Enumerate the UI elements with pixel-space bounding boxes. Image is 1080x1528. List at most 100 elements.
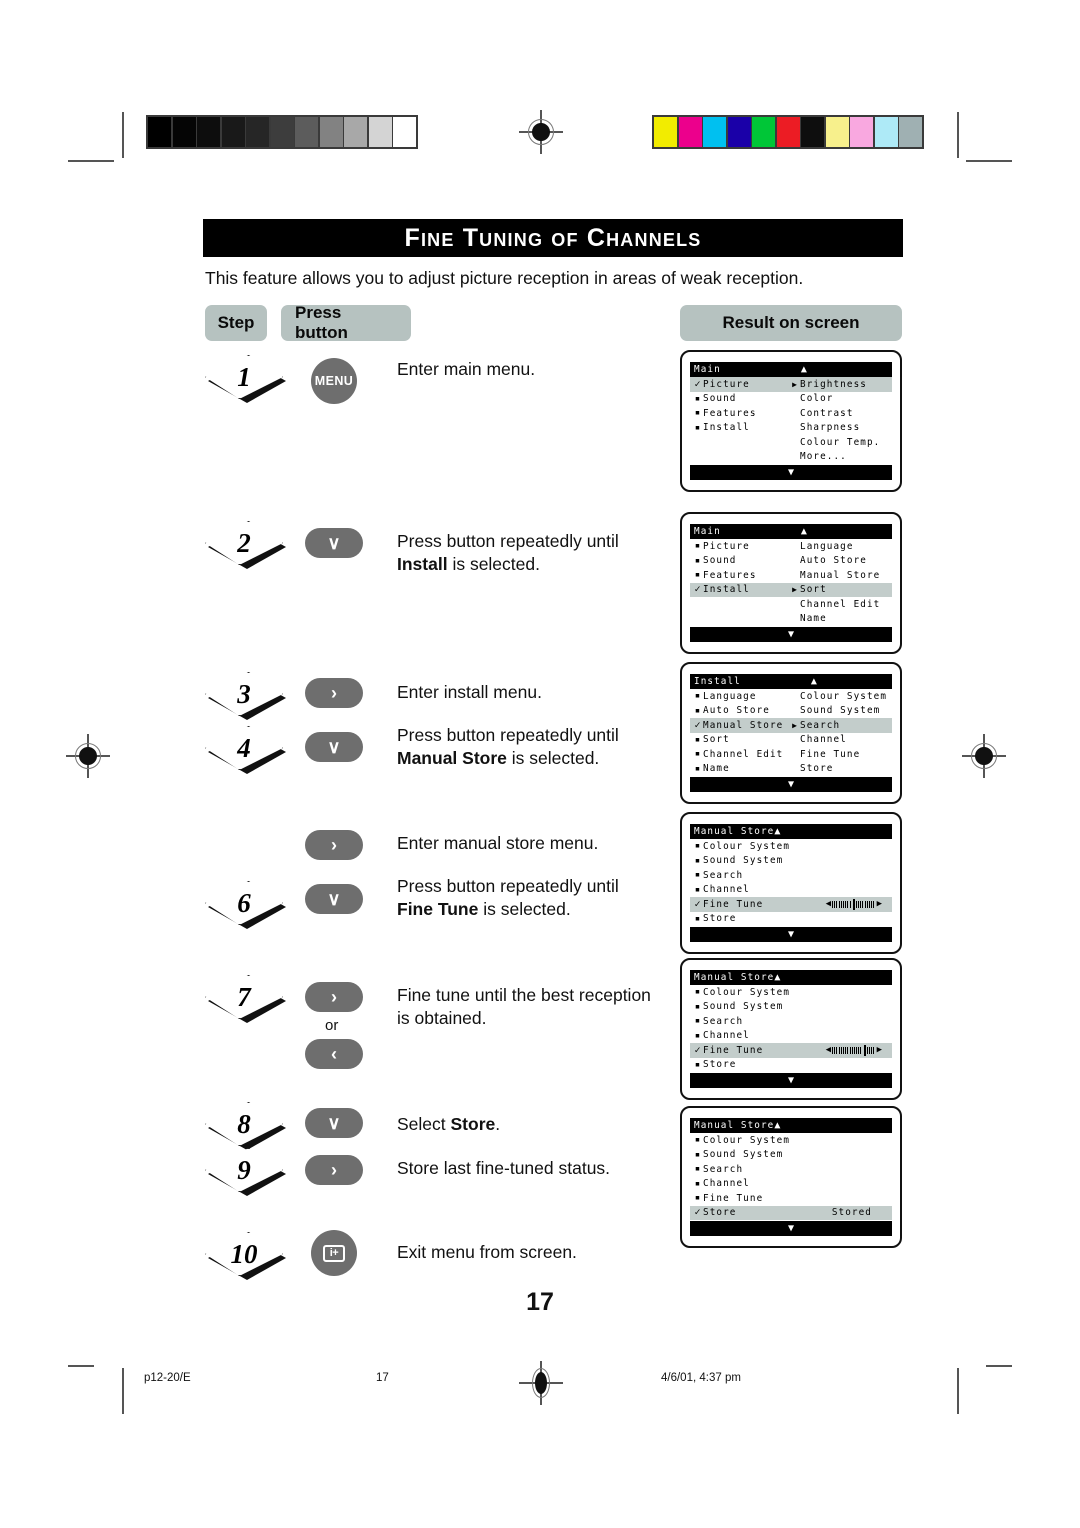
osd-row[interactable]: Colour Temp. [690,435,892,450]
slider-right-arrow-icon[interactable]: ▶ [877,899,882,909]
osd-scroll-up-icon[interactable]: ▲ [741,676,888,687]
osd-submenu-item[interactable]: Color [800,393,890,404]
osd-row[interactable]: ▪ Colour System [690,1133,892,1148]
osd-submenu-item[interactable]: Contrast [800,408,890,419]
osd-scroll-up-icon[interactable]: ▲ [721,526,888,537]
osd-scroll-up-icon[interactable]: ▲ [774,826,781,837]
cursor-right-button[interactable]: › [305,830,363,860]
osd-row[interactable]: ▪ Sound Auto Store [690,554,892,569]
crop-mark-bottom-right [957,1368,959,1414]
osd-row[interactable]: ▪ Name Store [690,762,892,777]
osd-submenu-item[interactable]: Name [800,613,890,624]
cursor-right-button[interactable]: › [305,982,363,1012]
osd-row[interactable]: ✓ Picture ▶ Brightness [690,377,892,392]
osd-scroll-up-icon[interactable]: ▲ [774,972,781,983]
osd-submenu-item[interactable]: Language [800,541,890,552]
osd-row[interactable]: ▪ Features Contrast [690,406,892,421]
osd-scroll-down-bar[interactable]: ▼ [690,1073,892,1088]
osd-row[interactable]: ▪ Features Manual Store [690,568,892,583]
osd-scroll-down-bar[interactable]: ▼ [690,777,892,792]
osd-scroll-down-icon[interactable]: ▼ [788,779,794,790]
osd-row[interactable]: ▪ Sort Channel [690,733,892,748]
osd-scroll-up-icon[interactable]: ▲ [721,364,888,375]
osd-submenu-item[interactable]: Auto Store [800,555,890,566]
osd-submenu-item[interactable]: Channel [800,734,890,745]
slider-tick [845,900,847,908]
fine-tune-slider[interactable]: ◀ ▶ [826,898,882,910]
osd-scroll-down-icon[interactable]: ▼ [788,629,794,640]
fine-tune-slider[interactable]: ◀ ▶ [826,1044,882,1056]
osd-row[interactable]: ✓ Fine Tune ◀ ▶ [690,1043,892,1058]
osd-scroll-down-icon[interactable]: ▼ [788,467,794,478]
step-number-badge: 10 [205,1232,283,1280]
osd-row[interactable]: ▪ Language Colour System [690,689,892,704]
osd-scroll-down-bar[interactable]: ▼ [690,927,892,942]
color-bar-strip [652,115,924,149]
osd-row[interactable]: ▪ Store [690,1058,892,1073]
osd-scroll-down-icon[interactable]: ▼ [788,1223,794,1234]
osd-submenu-item[interactable]: Sharpness [800,422,890,433]
osd-row[interactable]: ▪ Channel [690,883,892,898]
cursor-right-button[interactable]: › [305,1155,363,1185]
osd-row[interactable]: ✓ Fine Tune ◀ ▶ [690,897,892,912]
osd-row[interactable]: Name [690,612,892,627]
crop-mark-top-left [122,112,124,158]
slider-left-arrow-icon[interactable]: ◀ [826,899,831,909]
osd-submenu-item[interactable]: Colour Temp. [800,437,890,448]
slider-track[interactable] [832,1044,876,1056]
color-swatch [295,117,318,147]
slider-left-arrow-icon[interactable]: ◀ [826,1045,831,1055]
osd-row[interactable]: ▪ Colour System [690,985,892,1000]
cursor-right-button[interactable]: › [305,678,363,708]
osd-submenu-item[interactable]: Fine Tune [800,749,890,760]
osd-row[interactable]: ✓ Store Stored [690,1205,892,1220]
osd-scroll-down-icon[interactable]: ▼ [788,929,794,940]
cursor-left-button[interactable]: ‹ [305,1039,363,1069]
osd-item-label: Colour System [703,840,791,852]
osd-row[interactable]: ▪ Search [690,1162,892,1177]
cursor-down-button[interactable]: ∨ [305,884,363,914]
osd-row[interactable]: ▪ Search [690,868,892,883]
osd-row[interactable]: ▪ Channel [690,1177,892,1192]
osd-row[interactable]: ▪ Sound Color [690,392,892,407]
osd-row[interactable]: ▪ Auto Store Sound System [690,704,892,719]
osd-submenu-item[interactable]: Sort [800,584,890,595]
osd-scroll-down-icon[interactable]: ▼ [788,1075,794,1086]
osd-submenu-item[interactable]: Channel Edit [800,599,890,610]
osd-row[interactable]: ▪ Store [690,912,892,927]
osd-row[interactable]: ▪ Install Sharpness [690,421,892,436]
osd-row[interactable]: ▪ Sound System [690,1148,892,1163]
osd-row[interactable]: Channel Edit [690,597,892,612]
osd-row[interactable]: ▪ Search [690,1014,892,1029]
osd-scroll-up-icon[interactable]: ▲ [774,1120,781,1131]
osd-row[interactable]: ✓ Manual Store ▶ Search [690,718,892,733]
osd-submenu-item[interactable]: Search [800,720,890,731]
slider-track[interactable] [832,898,876,910]
exit-button[interactable]: i+ [311,1230,357,1276]
cursor-down-button[interactable]: ∨ [305,732,363,762]
osd-row[interactable]: ▪ Colour System [690,839,892,854]
cursor-down-button[interactable]: ∨ [305,528,363,558]
osd-submenu-item[interactable]: Brightness [800,379,890,390]
osd-row[interactable]: ▪ Channel Edit Fine Tune [690,747,892,762]
osd-scroll-down-bar[interactable]: ▼ [690,1221,892,1236]
osd-title-bar: Main ▲ [690,524,892,539]
osd-submenu-item[interactable]: Store [800,763,890,774]
osd-row[interactable]: ✓ Install ▶ Sort [690,582,892,597]
osd-row[interactable]: More... [690,450,892,465]
osd-scroll-down-bar[interactable]: ▼ [690,627,892,642]
osd-submenu-item[interactable]: Colour System [800,691,890,702]
osd-submenu-item[interactable]: More... [800,451,890,462]
osd-submenu-item[interactable]: Sound System [800,705,890,716]
slider-right-arrow-icon[interactable]: ▶ [877,1045,882,1055]
osd-row[interactable]: ▪ Channel [690,1029,892,1044]
osd-row[interactable]: ▪ Sound System [690,1000,892,1015]
osd-row[interactable]: ▪ Fine Tune [690,1191,892,1206]
osd-row[interactable]: ▪ Sound System [690,854,892,869]
menu-button[interactable]: MENU [311,358,357,404]
osd-scroll-down-bar[interactable]: ▼ [690,465,892,480]
osd-title-text: Manual Store [694,972,775,983]
cursor-down-button[interactable]: ∨ [305,1108,363,1138]
osd-row[interactable]: ▪ Picture Language [690,539,892,554]
osd-submenu-item[interactable]: Manual Store [800,570,890,581]
